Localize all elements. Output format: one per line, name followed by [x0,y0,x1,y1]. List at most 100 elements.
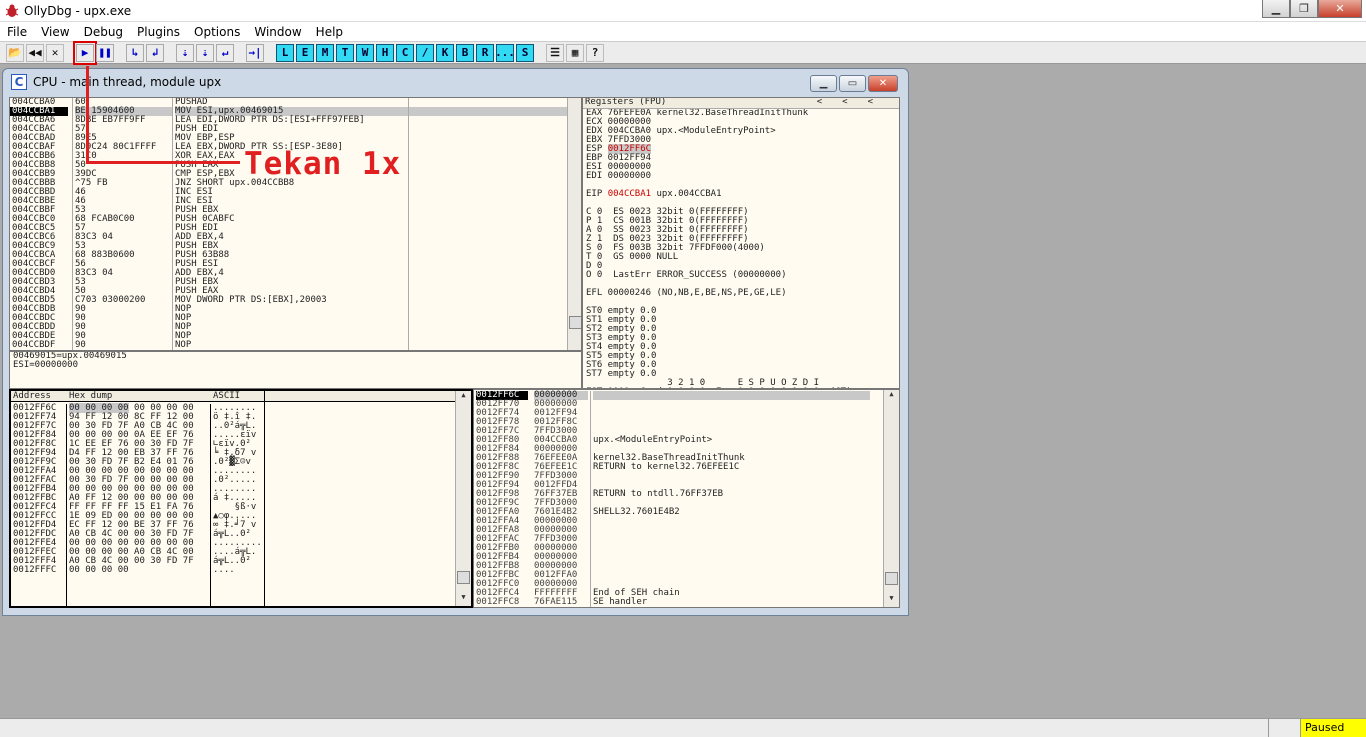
stack-comment[interactable] [593,571,870,580]
disasm-instruction[interactable]: PUSH 63B88 [175,251,571,260]
menu-item-file[interactable]: File [0,25,34,39]
menu-item-window[interactable]: Window [247,25,308,39]
disasm-hex[interactable]: 83C3 04 [75,269,172,278]
stack-comment[interactable] [593,544,870,553]
stack-comment[interactable] [593,391,870,400]
disasm-hex[interactable]: 8DBE EB7FF9FF [75,116,172,125]
disasm-instruction[interactable]: MOV DWORD PTR DS:[EBX],20003 [175,296,571,305]
stack-pane[interactable]: 0012FF6C 0012FF70 0012FF74 0012FF78 0012FF7C… [473,389,900,608]
disasm-hex[interactable]: 31C0 [75,152,172,161]
disasm-hex[interactable]: ^75 FB [75,179,172,188]
dump-header-hex[interactable]: Hex dump [69,392,112,401]
menu-item-debug[interactable]: Debug [77,25,130,39]
window-button-t[interactable]: T [336,43,354,62]
window-button-w[interactable]: W [356,43,374,62]
window-button-s[interactable]: S [516,43,534,62]
window-button-e[interactable]: E [296,43,314,62]
execute-till-return-icon[interactable]: ↵ [216,43,234,62]
restart-icon[interactable]: ◀◀ [26,43,44,62]
register-line[interactable]: O 0 LastErr ERROR_SUCCESS (00000000) [586,271,899,280]
disasm-hex[interactable]: 90 [75,341,172,350]
stack-comment[interactable] [593,526,870,535]
stack-comment[interactable] [593,409,870,418]
stack-comment[interactable]: upx.<ModuleEntryPoint> [593,436,870,445]
options-list-icon[interactable]: ☰ [546,43,564,62]
window-button-l[interactable]: L [276,43,294,62]
dump-address[interactable]: 0012FFFC [11,566,65,575]
disasm-instruction[interactable]: ADD EBX,4 [175,269,571,278]
registers-arrow-buttons[interactable]: <<< [817,98,893,107]
stack-comment[interactable] [593,535,870,544]
disasm-hex[interactable]: 68 FCAB0C00 [75,215,172,224]
cpu-maximize-button[interactable]: ▭ [839,75,866,92]
disasm-hex[interactable]: 46 [75,188,172,197]
disasm-instruction[interactable]: PUSH EBX [175,242,571,251]
registers-pane[interactable]: Registers (FPU) <<< EAX 76FEFE0A kernel3… [582,97,900,389]
appearance-icon[interactable]: ▦ [566,43,584,62]
disassembly-scrollbar[interactable] [567,98,581,350]
disasm-hex[interactable]: 83C3 04 [75,233,172,242]
go-to-icon[interactable]: →| [246,43,264,62]
disasm-hex[interactable]: 90 [75,323,172,332]
disasm-instruction[interactable]: INC ESI [175,188,571,197]
stack-comment[interactable]: RETURN to ntdll.76FF37EB [593,490,870,499]
dump-header-ascii[interactable]: ASCII [213,392,240,401]
close-button[interactable]: ✕ [1318,0,1362,18]
stack-address[interactable]: 0012FFC8 [476,598,528,607]
disasm-instruction[interactable]: ADD EBX,4 [175,233,571,242]
open-icon[interactable]: 📂 [6,43,24,62]
window-button-r[interactable]: R [476,43,494,62]
disasm-instruction[interactable]: NOP [175,314,571,323]
register-line[interactable]: EDI 00000000 [586,172,899,181]
hex-dump-pane[interactable]: Address Hex dump ASCII 0012FF6C 0012FF74 0… [9,389,473,608]
dump-hex-row[interactable]: 00 00 00 00 [69,566,210,575]
window-button-h[interactable]: H [376,43,394,62]
disasm-instruction[interactable]: LEA EDI,DWORD PTR DS:[ESI+FFF97FEB] [175,116,571,125]
register-line[interactable]: EFL 00000246 (NO,NB,E,BE,NS,PE,GE,LE) [586,289,899,298]
close-process-icon[interactable]: ✕ [46,43,64,62]
register-line[interactable]: EIP 004CCBA1 upx.004CCBA1 [586,190,899,199]
disasm-hex[interactable]: 90 [75,332,172,341]
disasm-instruction[interactable]: PUSH EBX [175,278,571,287]
stack-comment[interactable]: SHELL32.7601E4B2 [593,508,870,517]
dump-ascii[interactable]: .... [213,566,264,575]
stack-value[interactable]: 76FAE115 [534,598,588,607]
dump-scrollbar[interactable]: ▲ ▼ [455,391,471,606]
disasm-instruction[interactable]: PUSH EDI [175,224,571,233]
step-over-icon[interactable]: ↲ [146,43,164,62]
disasm-instruction[interactable]: NOP [175,332,571,341]
disasm-instruction[interactable]: NOP [175,341,571,350]
window-button-b[interactable]: B [456,43,474,62]
cpu-minimize-button[interactable]: ▁ [810,75,837,92]
trace-into-icon[interactable]: ⇣ [176,43,194,62]
stack-comment[interactable]: SE handler [593,598,870,607]
window-button-patches[interactable]: / [416,43,434,62]
window-button-c[interactable]: C [396,43,414,62]
menu-item-plugins[interactable]: Plugins [130,25,187,39]
disasm-instruction[interactable]: INC ESI [175,197,571,206]
run-icon[interactable]: ▶ [73,40,97,65]
trace-over-icon[interactable]: ⇣ [196,43,214,62]
window-button-k[interactable]: K [436,43,454,62]
minimize-button[interactable]: ▁ [1262,0,1290,18]
eip-value[interactable]: 004CCBA1 [608,189,651,199]
menu-item-help[interactable]: Help [309,25,350,39]
step-into-icon[interactable]: ↳ [126,43,144,62]
pause-icon[interactable]: ❚❚ [96,43,114,62]
stack-comment[interactable] [593,472,870,481]
stack-comment[interactable] [593,400,870,409]
disassembly-pane[interactable]: 004CCBA0 004CCBA1 004CCBA6 004CCBAC 004CCBAD… [9,97,582,351]
disasm-instruction[interactable]: NOP [175,305,571,314]
disasm-hex[interactable]: 90 [75,305,172,314]
restore-button[interactable]: ❐ [1290,0,1318,18]
menu-item-view[interactable]: View [34,25,76,39]
disasm-instruction[interactable]: PUSH 0CABFC [175,215,571,224]
cpu-close-button[interactable]: ✕ [868,75,898,92]
disasm-hex[interactable]: 90 [75,314,172,323]
dump-header-address[interactable]: Address [13,392,51,401]
stack-comment[interactable] [593,418,870,427]
disasm-hex[interactable]: 68 883B0600 [75,251,172,260]
disasm-hex[interactable]: 53 [75,278,172,287]
stack-comment[interactable]: RETURN to kernel32.76EFEE1C [593,463,870,472]
disasm-instruction[interactable]: NOP [175,323,571,332]
